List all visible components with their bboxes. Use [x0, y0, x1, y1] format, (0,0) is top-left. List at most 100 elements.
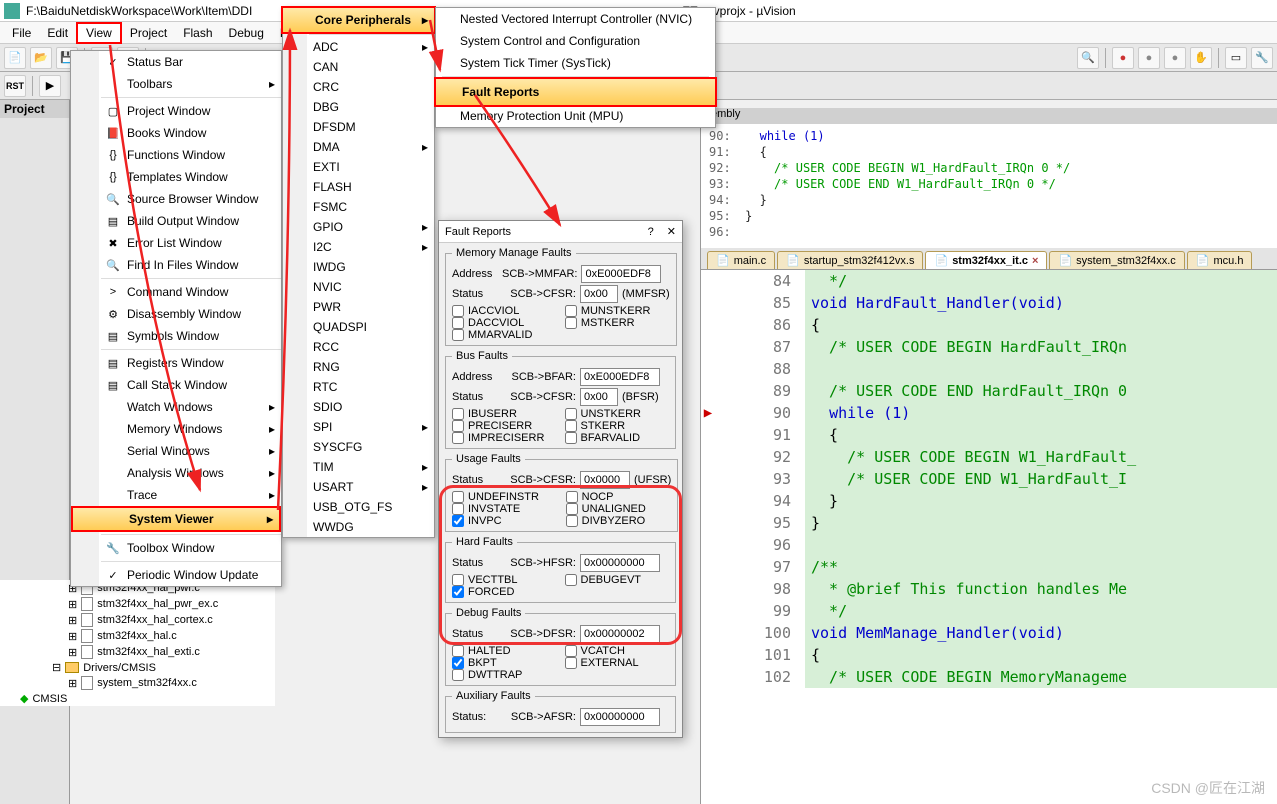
view-menu-status-bar[interactable]: ✓Status Bar	[71, 51, 281, 73]
reg-field[interactable]	[580, 625, 660, 643]
tb-find-icon[interactable]: 🔍	[1077, 47, 1099, 69]
tb-window-icon[interactable]: ▭	[1225, 47, 1247, 69]
tab-stm32f4xx_it-c[interactable]: 📄stm32f4xx_it.c×	[925, 251, 1047, 269]
menu-flash[interactable]: Flash	[175, 24, 220, 42]
breakpoint-gutter[interactable]	[701, 270, 715, 292]
breakpoint-gutter[interactable]	[701, 644, 715, 666]
submenu-pwr[interactable]: PWR	[283, 297, 434, 317]
reg-field[interactable]	[580, 368, 660, 386]
menu-view[interactable]: View	[76, 22, 122, 44]
view-menu-system-viewer[interactable]: System Viewer▸	[71, 506, 281, 532]
view-menu-memory-windows[interactable]: Memory Windows▸	[71, 418, 281, 440]
periph-memory-protection-unit-mpu-[interactable]: Memory Protection Unit (MPU)	[436, 105, 715, 127]
check-iaccviol[interactable]: IACCVIOL	[452, 305, 557, 317]
reg-field[interactable]	[580, 708, 660, 726]
breakpoint-gutter[interactable]: ▶	[701, 402, 715, 424]
project-tree[interactable]: ⊞stm32f4xx_hal_pwr.c⊞stm32f4xx_hal_pwr_e…	[0, 580, 275, 706]
breakpoint-gutter[interactable]	[701, 358, 715, 380]
reg-field[interactable]	[580, 285, 618, 303]
check-unstkerr[interactable]: UNSTKERR	[565, 408, 670, 420]
periph-system-tick-timer-systick-[interactable]: System Tick Timer (SysTick)	[436, 52, 715, 74]
submenu-usart[interactable]: USART▸	[283, 477, 434, 497]
view-menu-periodic-window-update[interactable]: ✓Periodic Window Update	[71, 564, 281, 586]
tab-mcu-h[interactable]: 📄mcu.h	[1187, 251, 1253, 269]
check-forced[interactable]: FORCED	[452, 586, 557, 598]
reg-field[interactable]	[580, 388, 618, 406]
submenu-adc[interactable]: ADC▸	[283, 37, 434, 57]
view-menu-functions-window[interactable]: {}Functions Window	[71, 144, 281, 166]
view-menu-disassembly-window[interactable]: ⚙Disassembly Window	[71, 303, 281, 325]
menu-file[interactable]: File	[4, 24, 39, 42]
check-mstkerr[interactable]: MSTKERR	[565, 317, 670, 329]
tree-file[interactable]: ⊞stm32f4xx_hal.c	[0, 628, 275, 644]
periph-system-control-and-configuration[interactable]: System Control and Configuration	[436, 30, 715, 52]
view-menu-command-window[interactable]: >Command Window	[71, 281, 281, 303]
tb-new-icon[interactable]: 📄	[4, 47, 26, 69]
view-menu-error-list-window[interactable]: ✖Error List Window	[71, 232, 281, 254]
breakpoint-gutter[interactable]	[701, 490, 715, 512]
view-menu-build-output-window[interactable]: ▤Build Output Window	[71, 210, 281, 232]
reg-field[interactable]	[580, 471, 630, 489]
check-divbyzero[interactable]: DIVBYZERO	[566, 515, 672, 527]
view-menu-symbols-window[interactable]: ▤Symbols Window	[71, 325, 281, 347]
check-halted[interactable]: HALTED	[452, 645, 557, 657]
tree-folder[interactable]: ⊟Drivers/CMSIS	[0, 660, 275, 675]
submenu-fsmc[interactable]: FSMC	[283, 197, 434, 217]
breakpoint-gutter[interactable]	[701, 556, 715, 578]
submenu-dfsdm[interactable]: DFSDM	[283, 117, 434, 137]
check-invpc[interactable]: INVPC	[452, 515, 558, 527]
view-menu-project-window[interactable]: ▢Project Window	[71, 100, 281, 122]
tab-startup_stm32f412vx-s[interactable]: 📄startup_stm32f412vx.s	[777, 251, 923, 269]
submenu-quadspi[interactable]: QUADSPI	[283, 317, 434, 337]
check-external[interactable]: EXTERNAL	[565, 657, 670, 669]
breakpoint-gutter[interactable]	[701, 534, 715, 556]
view-menu-toolbars[interactable]: Toolbars▸	[71, 73, 281, 95]
breakpoint-gutter[interactable]	[701, 468, 715, 490]
tab-main-c[interactable]: 📄main.c	[707, 251, 775, 269]
tb-wrench-icon[interactable]: 🔧	[1251, 47, 1273, 69]
close-icon[interactable]: ✕	[667, 226, 676, 238]
submenu-sdio[interactable]: SDIO	[283, 397, 434, 417]
tb-hand-icon[interactable]: ✋	[1190, 47, 1212, 69]
menu-project[interactable]: Project	[122, 24, 175, 42]
submenu-tim[interactable]: TIM▸	[283, 457, 434, 477]
check-debugevt[interactable]: DEBUGEVT	[565, 574, 670, 586]
tb-step-icon[interactable]: ▶	[39, 75, 61, 97]
tree-file[interactable]: ⊞stm32f4xx_hal_exti.c	[0, 644, 275, 660]
close-tab-icon[interactable]: ×	[1032, 255, 1038, 267]
breakpoint-gutter[interactable]	[701, 380, 715, 402]
submenu-i2c[interactable]: I2C▸	[283, 237, 434, 257]
dialog-titlebar[interactable]: Fault Reports ? ✕	[439, 221, 682, 243]
submenu-wwdg[interactable]: WWDG	[283, 517, 434, 537]
check-vcatch[interactable]: VCATCH	[565, 645, 670, 657]
submenu-spi[interactable]: SPI▸	[283, 417, 434, 437]
breakpoint-gutter[interactable]	[701, 336, 715, 358]
breakpoint-gutter[interactable]	[701, 600, 715, 622]
tb-grey-dot2-icon[interactable]: ●	[1164, 47, 1186, 69]
check-bfarvalid[interactable]: BFARVALID	[565, 432, 670, 444]
submenu-can[interactable]: CAN	[283, 57, 434, 77]
check-stkerr[interactable]: STKERR	[565, 420, 670, 432]
menu-debug[interactable]: Debug	[221, 24, 272, 42]
submenu-rcc[interactable]: RCC	[283, 337, 434, 357]
breakpoint-gutter[interactable]	[701, 512, 715, 534]
check-ibuserr[interactable]: IBUSERR	[452, 408, 557, 420]
check-munstkerr[interactable]: MUNSTKERR	[565, 305, 670, 317]
breakpoint-gutter[interactable]	[701, 292, 715, 314]
tb-red-dot-icon[interactable]: ●	[1112, 47, 1134, 69]
view-menu-books-window[interactable]: 📕Books Window	[71, 122, 281, 144]
submenu-nvic[interactable]: NVIC	[283, 277, 434, 297]
periph-nested-vectored-interrupt-controller-nvic-[interactable]: Nested Vectored Interrupt Controller (NV…	[436, 8, 715, 30]
check-unaligned[interactable]: UNALIGNED	[566, 503, 672, 515]
submenu-dma[interactable]: DMA▸	[283, 137, 434, 157]
breakpoint-gutter[interactable]	[701, 446, 715, 468]
tb-open-icon[interactable]: 📂	[30, 47, 52, 69]
submenu-gpio[interactable]: GPIO▸	[283, 217, 434, 237]
submenu-crc[interactable]: CRC	[283, 77, 434, 97]
check-dwttrap[interactable]: DWTTRAP	[452, 669, 557, 681]
submenu-flash[interactable]: FLASH	[283, 177, 434, 197]
tb-grey-dot-icon[interactable]: ●	[1138, 47, 1160, 69]
submenu-exti[interactable]: EXTI	[283, 157, 434, 177]
view-menu-templates-window[interactable]: {}Templates Window	[71, 166, 281, 188]
reg-field[interactable]	[580, 554, 660, 572]
